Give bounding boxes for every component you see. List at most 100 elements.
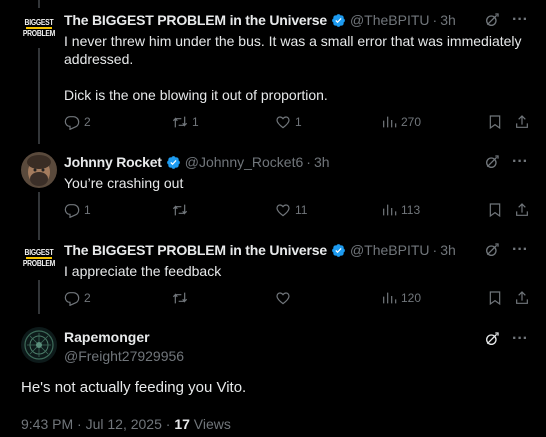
- text-line: Dick is the one blowing it out of propor…: [64, 87, 328, 103]
- header-actions: ···: [484, 242, 528, 258]
- repost-button[interactable]: [172, 202, 192, 218]
- bookmark-icon: [489, 291, 501, 306]
- views-count: 113: [401, 203, 421, 217]
- share-icon: [516, 291, 528, 304]
- verified-icon: [166, 155, 180, 169]
- author-handle[interactable]: @Freight27929956: [64, 348, 184, 364]
- bookmark-icon: [489, 203, 501, 218]
- reply-button[interactable]: 2: [64, 114, 91, 130]
- logo-text: PROBLEM: [22, 259, 56, 268]
- views-button[interactable]: 113: [381, 202, 420, 218]
- author-name[interactable]: The BIGGEST PROBLEM in the Universe: [64, 12, 327, 28]
- more-icon[interactable]: ···: [512, 331, 528, 347]
- repost-icon: [172, 204, 188, 216]
- bookmark-button[interactable]: [487, 114, 503, 130]
- separator: ·: [432, 12, 438, 28]
- author-handle[interactable]: @TheBPITU: [350, 242, 430, 258]
- views-icon: [383, 204, 397, 216]
- views-icon: [383, 292, 397, 304]
- reply-icon: [64, 116, 80, 130]
- like-count: 11: [295, 203, 308, 217]
- avatar[interactable]: BIGGEST PROBLEM: [21, 240, 57, 276]
- thread-line: [38, 280, 40, 314]
- separator: ·: [306, 154, 311, 170]
- share-icon: [516, 115, 528, 128]
- share-icon: [516, 203, 528, 216]
- repost-button[interactable]: [172, 290, 192, 306]
- header-actions: ···: [484, 154, 528, 170]
- like-button[interactable]: [275, 290, 295, 306]
- grok-icon[interactable]: [484, 331, 500, 347]
- author-handle[interactable]: @TheBPITU: [350, 12, 430, 28]
- post-timestamp[interactable]: 9:43 PM · Jul 12, 2025 ·: [21, 416, 174, 432]
- share-button[interactable]: [514, 290, 530, 306]
- author-name[interactable]: Johnny Rocket: [64, 154, 162, 170]
- post-text: He's not actually feeding you Vito.: [21, 379, 247, 396]
- repost-count: 1: [192, 115, 199, 129]
- like-icon: [276, 116, 290, 129]
- bookmark-button[interactable]: [487, 202, 503, 218]
- post-meta: 9:43 PM · Jul 12, 2025 · 17 Views: [21, 416, 231, 432]
- repost-button[interactable]: 1: [172, 114, 199, 130]
- reply-button[interactable]: 1: [64, 202, 91, 218]
- avatar[interactable]: BIGGEST PROBLEM: [21, 10, 57, 46]
- more-icon[interactable]: ···: [512, 242, 528, 258]
- tweet-header: The BIGGEST PROBLEM in the Universe @The…: [64, 240, 456, 260]
- author-name[interactable]: The BIGGEST PROBLEM in the Universe: [64, 242, 327, 258]
- more-icon[interactable]: ···: [512, 154, 528, 170]
- like-count: 1: [295, 115, 302, 129]
- repost-icon: [172, 116, 188, 128]
- tweet-text: I appreciate the feedback: [64, 262, 526, 280]
- views-icon: [383, 116, 397, 128]
- author-name[interactable]: Rapemonger: [64, 329, 150, 345]
- logo-text: PROBLEM: [22, 29, 56, 38]
- views-button[interactable]: 120: [381, 290, 421, 306]
- like-button[interactable]: 11: [275, 202, 307, 218]
- verified-icon: [332, 13, 345, 27]
- text-line: I never threw him under the bus. It was …: [64, 33, 522, 49]
- views-button[interactable]: 270: [381, 114, 421, 130]
- grok-icon[interactable]: [484, 154, 500, 170]
- avatar[interactable]: [21, 327, 57, 363]
- reply-count: 1: [84, 203, 91, 217]
- thread-line: [38, 48, 40, 144]
- timestamp[interactable]: 3h: [440, 242, 456, 258]
- bookmark-icon: [489, 115, 501, 130]
- action-bar: 2 120: [64, 290, 528, 310]
- reply-icon: [64, 204, 80, 218]
- views-count: 17: [174, 416, 190, 432]
- tweet-text: I never threw him under the bus. It was …: [64, 32, 526, 104]
- text-line: addressed.: [64, 51, 134, 67]
- reply-count: 2: [84, 115, 91, 129]
- tweet-header: The BIGGEST PROBLEM in the Universe @The…: [64, 10, 456, 30]
- tweet-header: Johnny Rocket @Johnny_Rocket6 · 3h: [64, 152, 330, 172]
- header-actions: ···: [484, 331, 528, 347]
- like-icon: [276, 204, 290, 217]
- more-icon[interactable]: ···: [512, 12, 528, 28]
- like-icon: [276, 292, 290, 305]
- grok-icon[interactable]: [484, 12, 500, 28]
- timestamp[interactable]: 3h: [440, 12, 456, 28]
- text-line: [64, 68, 526, 86]
- repost-icon: [172, 292, 188, 304]
- reply-count: 2: [84, 291, 91, 305]
- verified-icon: [332, 243, 345, 257]
- reply-icon: [64, 292, 80, 306]
- grok-icon[interactable]: [484, 242, 500, 258]
- header-actions: ···: [484, 12, 528, 28]
- share-button[interactable]: [514, 114, 530, 130]
- timestamp[interactable]: 3h: [314, 154, 330, 170]
- author-handle[interactable]: @Johnny_Rocket6: [185, 154, 304, 170]
- share-button[interactable]: [514, 202, 530, 218]
- like-button[interactable]: 1: [275, 114, 302, 130]
- logo-text: BIGGEST: [24, 248, 54, 257]
- bookmark-button[interactable]: [487, 290, 503, 306]
- logo-text: BIGGEST: [24, 18, 54, 27]
- avatar[interactable]: [21, 152, 57, 188]
- views-count: 270: [401, 115, 422, 129]
- tweet-text: You’re crashing out: [64, 174, 526, 192]
- thread-line: [38, 0, 40, 8]
- views-count: 120: [401, 291, 422, 305]
- thread-line: [38, 192, 40, 240]
- reply-button[interactable]: 2: [64, 290, 91, 306]
